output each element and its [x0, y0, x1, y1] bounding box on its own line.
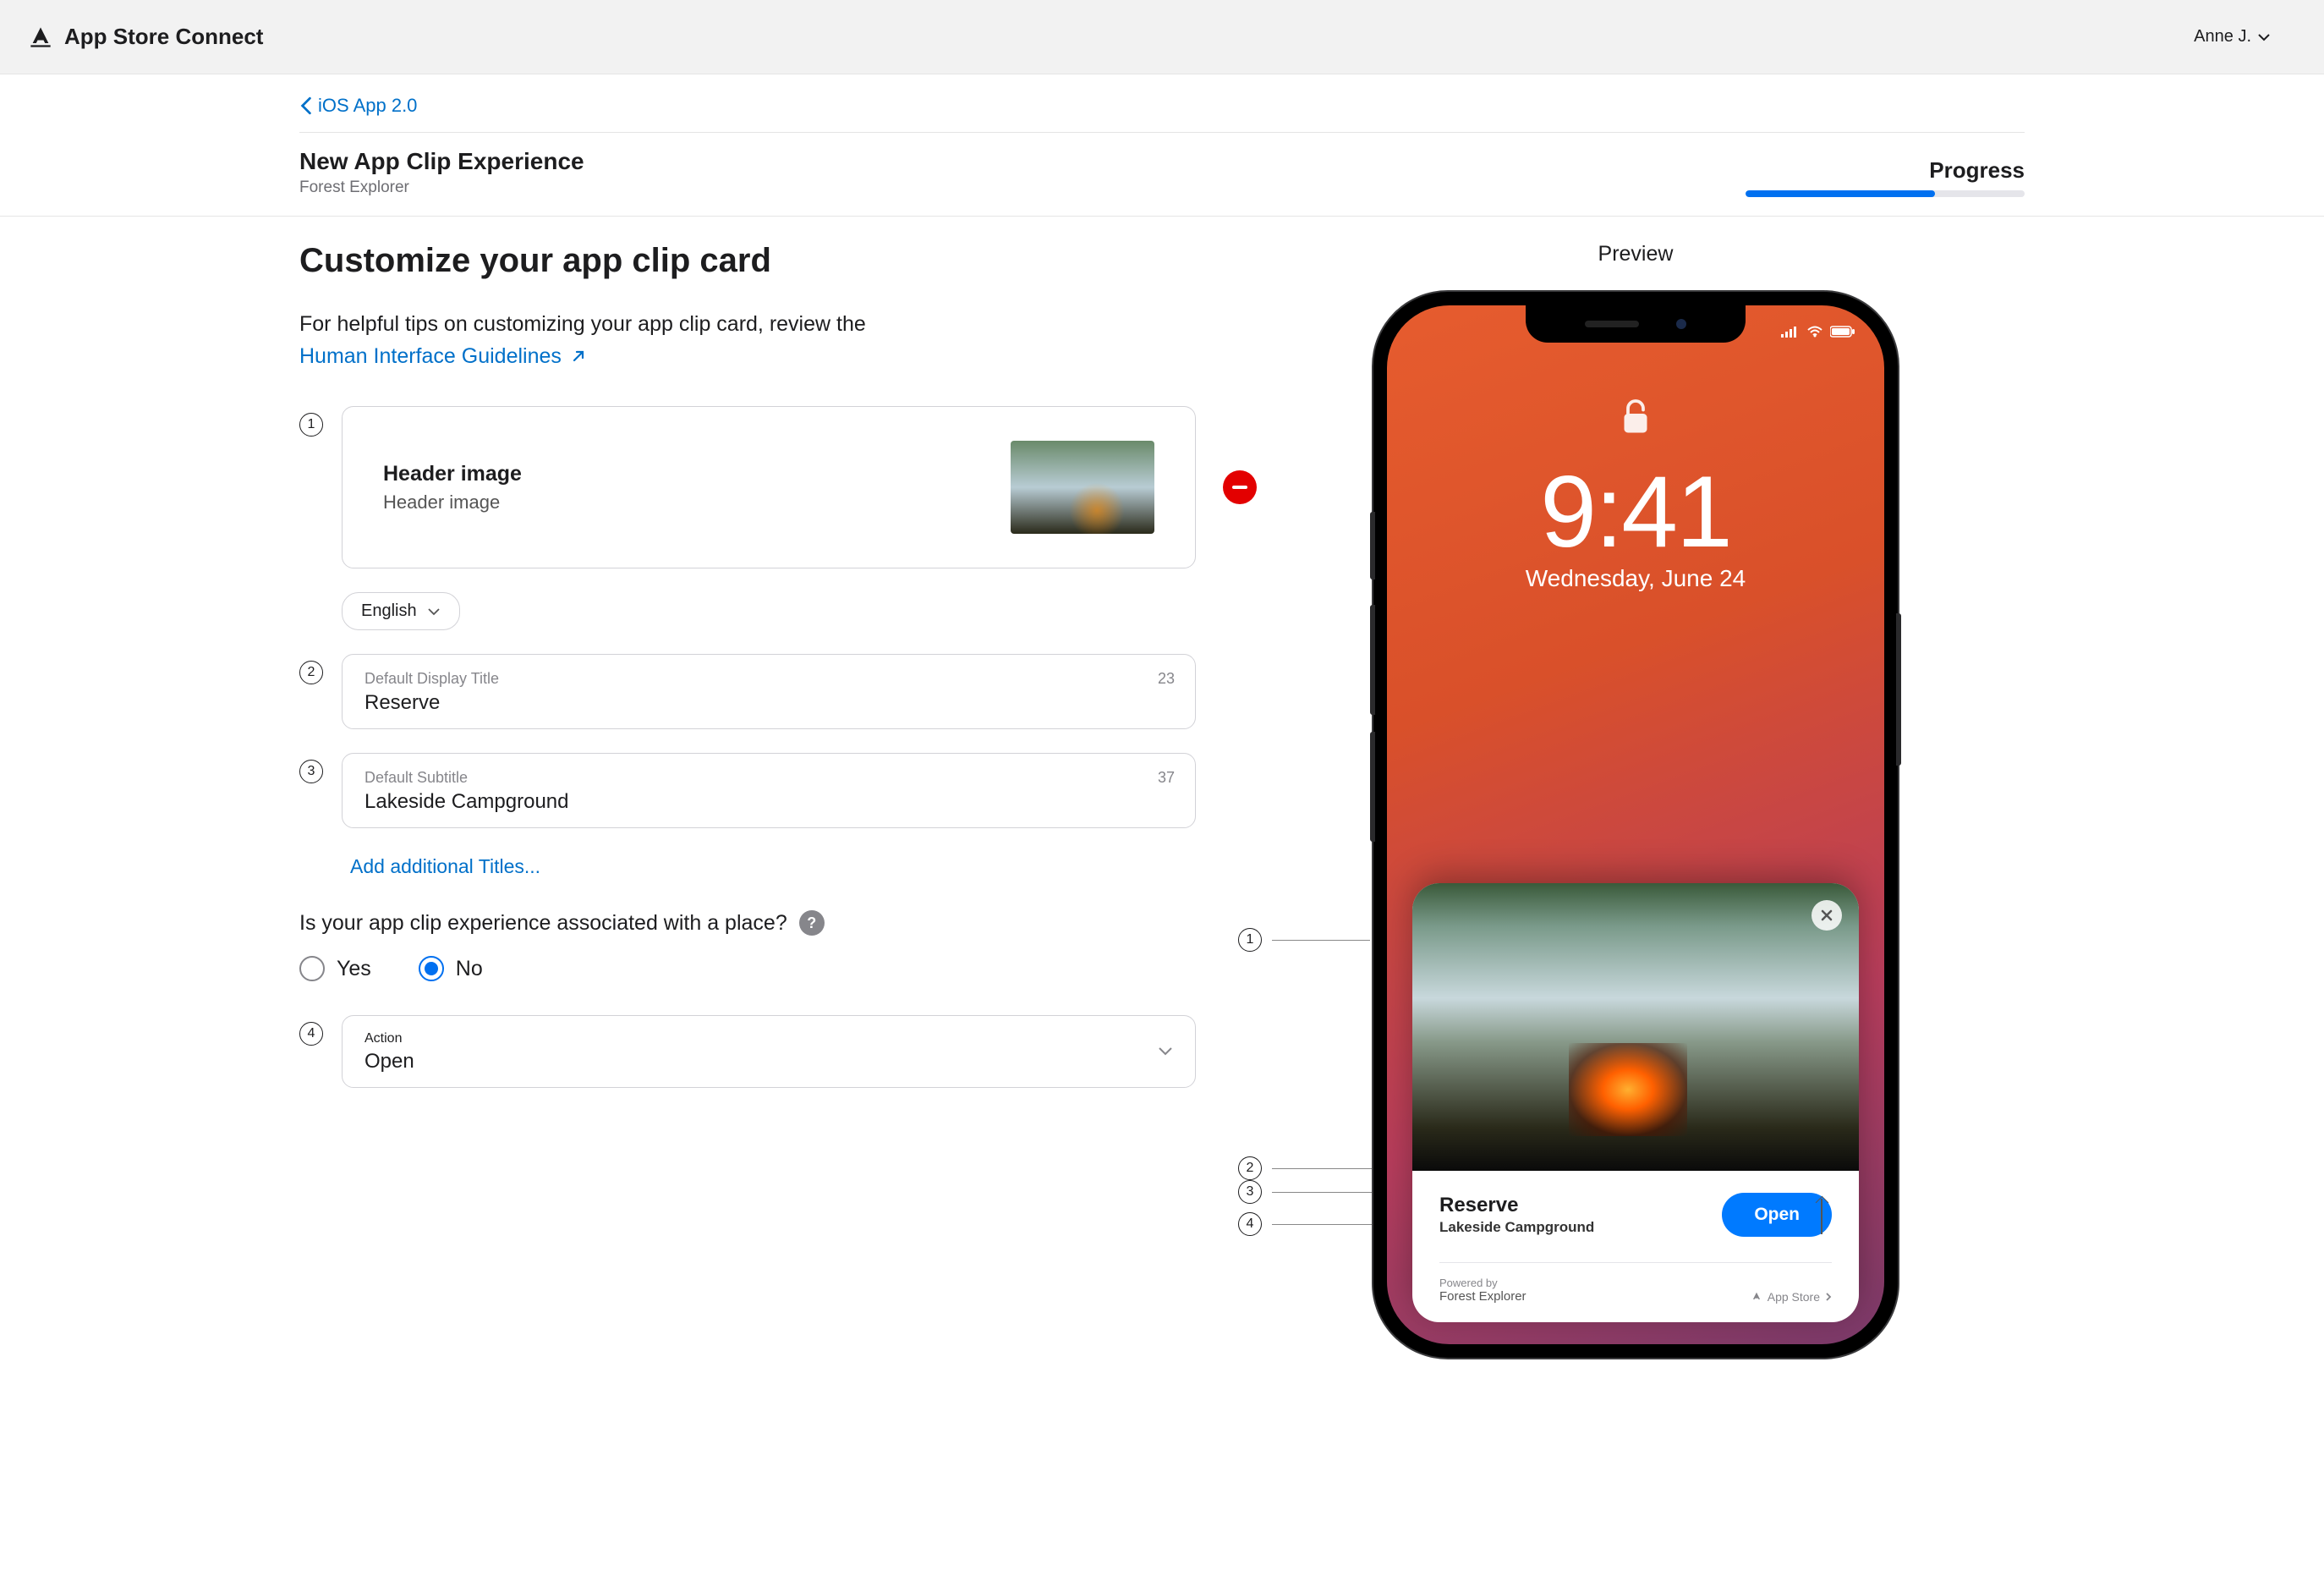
form-column: Customize your app clip card For helpful…	[299, 242, 1196, 1112]
display-title-label: Default Display Title	[364, 670, 1173, 688]
step-3-badge: 3	[299, 760, 323, 783]
user-menu[interactable]: Anne J.	[2194, 27, 2295, 47]
step-4-badge: 4	[299, 1022, 323, 1046]
clip-close-button[interactable]	[1812, 900, 1842, 931]
app-store-connect-icon	[29, 25, 52, 49]
row-action: 4 Action Open	[299, 1015, 1196, 1088]
action-label: Action	[364, 1031, 1173, 1046]
display-title-counter: 23	[1158, 670, 1175, 688]
progress-bar	[1746, 190, 2025, 197]
hig-link[interactable]: Human Interface Guidelines	[299, 341, 587, 373]
back-link-label: iOS App 2.0	[318, 95, 417, 117]
back-link[interactable]: iOS App 2.0	[299, 90, 417, 132]
language-select[interactable]: English	[342, 592, 460, 630]
callout-3: 3	[1238, 1180, 1262, 1204]
help-icon[interactable]: ?	[799, 910, 825, 936]
clip-subtitle: Lakeside Campground	[1439, 1219, 1594, 1236]
chevron-down-icon	[427, 607, 441, 616]
chevron-left-icon	[299, 96, 313, 115]
radio-dot-icon	[299, 956, 325, 981]
callout-2: 2	[1238, 1156, 1262, 1180]
radio-no-label: No	[456, 957, 483, 981]
radio-dot-icon	[419, 956, 444, 981]
subtitle-label: Default Subtitle	[364, 769, 1173, 787]
subtitle-field[interactable]: Default Subtitle 37	[342, 753, 1196, 828]
top-bar-title: App Store Connect	[64, 24, 263, 50]
display-title-input[interactable]	[364, 691, 1173, 715]
clip-title: Reserve	[1439, 1194, 1594, 1217]
powered-by-label: Powered by	[1439, 1277, 1526, 1289]
row-place-question: Is your app clip experience associated w…	[299, 910, 1196, 981]
row-add-titles: Add additional Titles...	[299, 852, 1196, 887]
external-link-icon	[570, 348, 587, 365]
header-image-subtitle: Header image	[383, 491, 522, 513]
radio-yes[interactable]: Yes	[299, 956, 371, 981]
row-title: 2 Default Display Title 23	[299, 654, 1196, 729]
display-title-field[interactable]: Default Display Title 23	[342, 654, 1196, 729]
powered-by-app: Forest Explorer	[1439, 1289, 1526, 1304]
hint-pre: For helpful tips on customizing your app…	[299, 312, 866, 336]
phone-notch	[1526, 305, 1746, 343]
step-2-badge: 2	[299, 661, 323, 684]
callout-4: 4	[1238, 1212, 1262, 1236]
row-language: English	[299, 592, 1196, 630]
chevron-down-icon	[1158, 1046, 1173, 1057]
app-store-icon	[1751, 1291, 1762, 1303]
preview-label: Preview	[1598, 242, 1674, 266]
progress-fill	[1746, 190, 1935, 197]
app-store-label: App Store	[1768, 1290, 1820, 1304]
language-value: English	[361, 601, 417, 621]
user-name: Anne J.	[2194, 27, 2251, 47]
row-header-image: 1 Header image Header image	[299, 406, 1196, 568]
hint-text: For helpful tips on customizing your app…	[299, 309, 1196, 372]
close-icon	[1821, 909, 1833, 921]
add-titles-link[interactable]: Add additional Titles...	[342, 852, 540, 887]
callout-1: 1	[1238, 928, 1262, 952]
preview-column: Preview 1 2 3 4	[1247, 242, 2025, 1358]
radio-no[interactable]: No	[419, 956, 483, 981]
lock-date: Wednesday, June 24	[1526, 565, 1746, 592]
chevron-right-icon	[1825, 1292, 1832, 1302]
page-title: New App Clip Experience	[299, 148, 584, 175]
row-subtitle: 3 Default Subtitle 37	[299, 753, 1196, 828]
subtitle-counter: 37	[1158, 769, 1175, 787]
step-1-badge: 1	[299, 413, 323, 437]
clip-card-image	[1412, 883, 1859, 1171]
clip-open-button[interactable]: Open	[1722, 1193, 1832, 1237]
header-image-title: Header image	[383, 462, 522, 486]
callout-4-arrow	[1821, 1199, 1822, 1234]
hig-link-label: Human Interface Guidelines	[299, 341, 562, 373]
action-value: Open	[364, 1050, 1173, 1074]
place-question-text: Is your app clip experience associated w…	[299, 911, 787, 936]
radio-yes-label: Yes	[337, 957, 371, 981]
section-title: Customize your app clip card	[299, 242, 1196, 280]
subtitle-input[interactable]	[364, 790, 1173, 814]
app-store-link[interactable]: App Store	[1751, 1290, 1832, 1304]
chevron-down-icon	[2258, 33, 2270, 41]
header-image-card[interactable]: Header image Header image	[342, 406, 1196, 568]
sub-header: iOS App 2.0 New App Clip Experience Fore…	[0, 74, 2324, 217]
top-bar-left: App Store Connect	[29, 24, 263, 50]
page-header-titles: New App Clip Experience Forest Explorer	[299, 148, 584, 197]
top-bar: App Store Connect Anne J.	[0, 0, 2324, 74]
preview-callouts: 1 2 3 4	[1238, 292, 1382, 1358]
action-select[interactable]: Action Open	[342, 1015, 1196, 1088]
lock-time: 9:41	[1540, 453, 1731, 570]
phone-preview: 9:41 Wednesday, June 24 Reserv	[1373, 292, 1898, 1358]
progress-label: Progress	[1746, 157, 2025, 184]
page-subtitle: Forest Explorer	[299, 178, 584, 197]
progress: Progress	[1746, 157, 2025, 197]
app-clip-card: Reserve Lakeside Campground Open Powered…	[1412, 883, 1859, 1322]
lock-icon	[1620, 398, 1651, 437]
header-image-thumb	[1011, 441, 1154, 534]
